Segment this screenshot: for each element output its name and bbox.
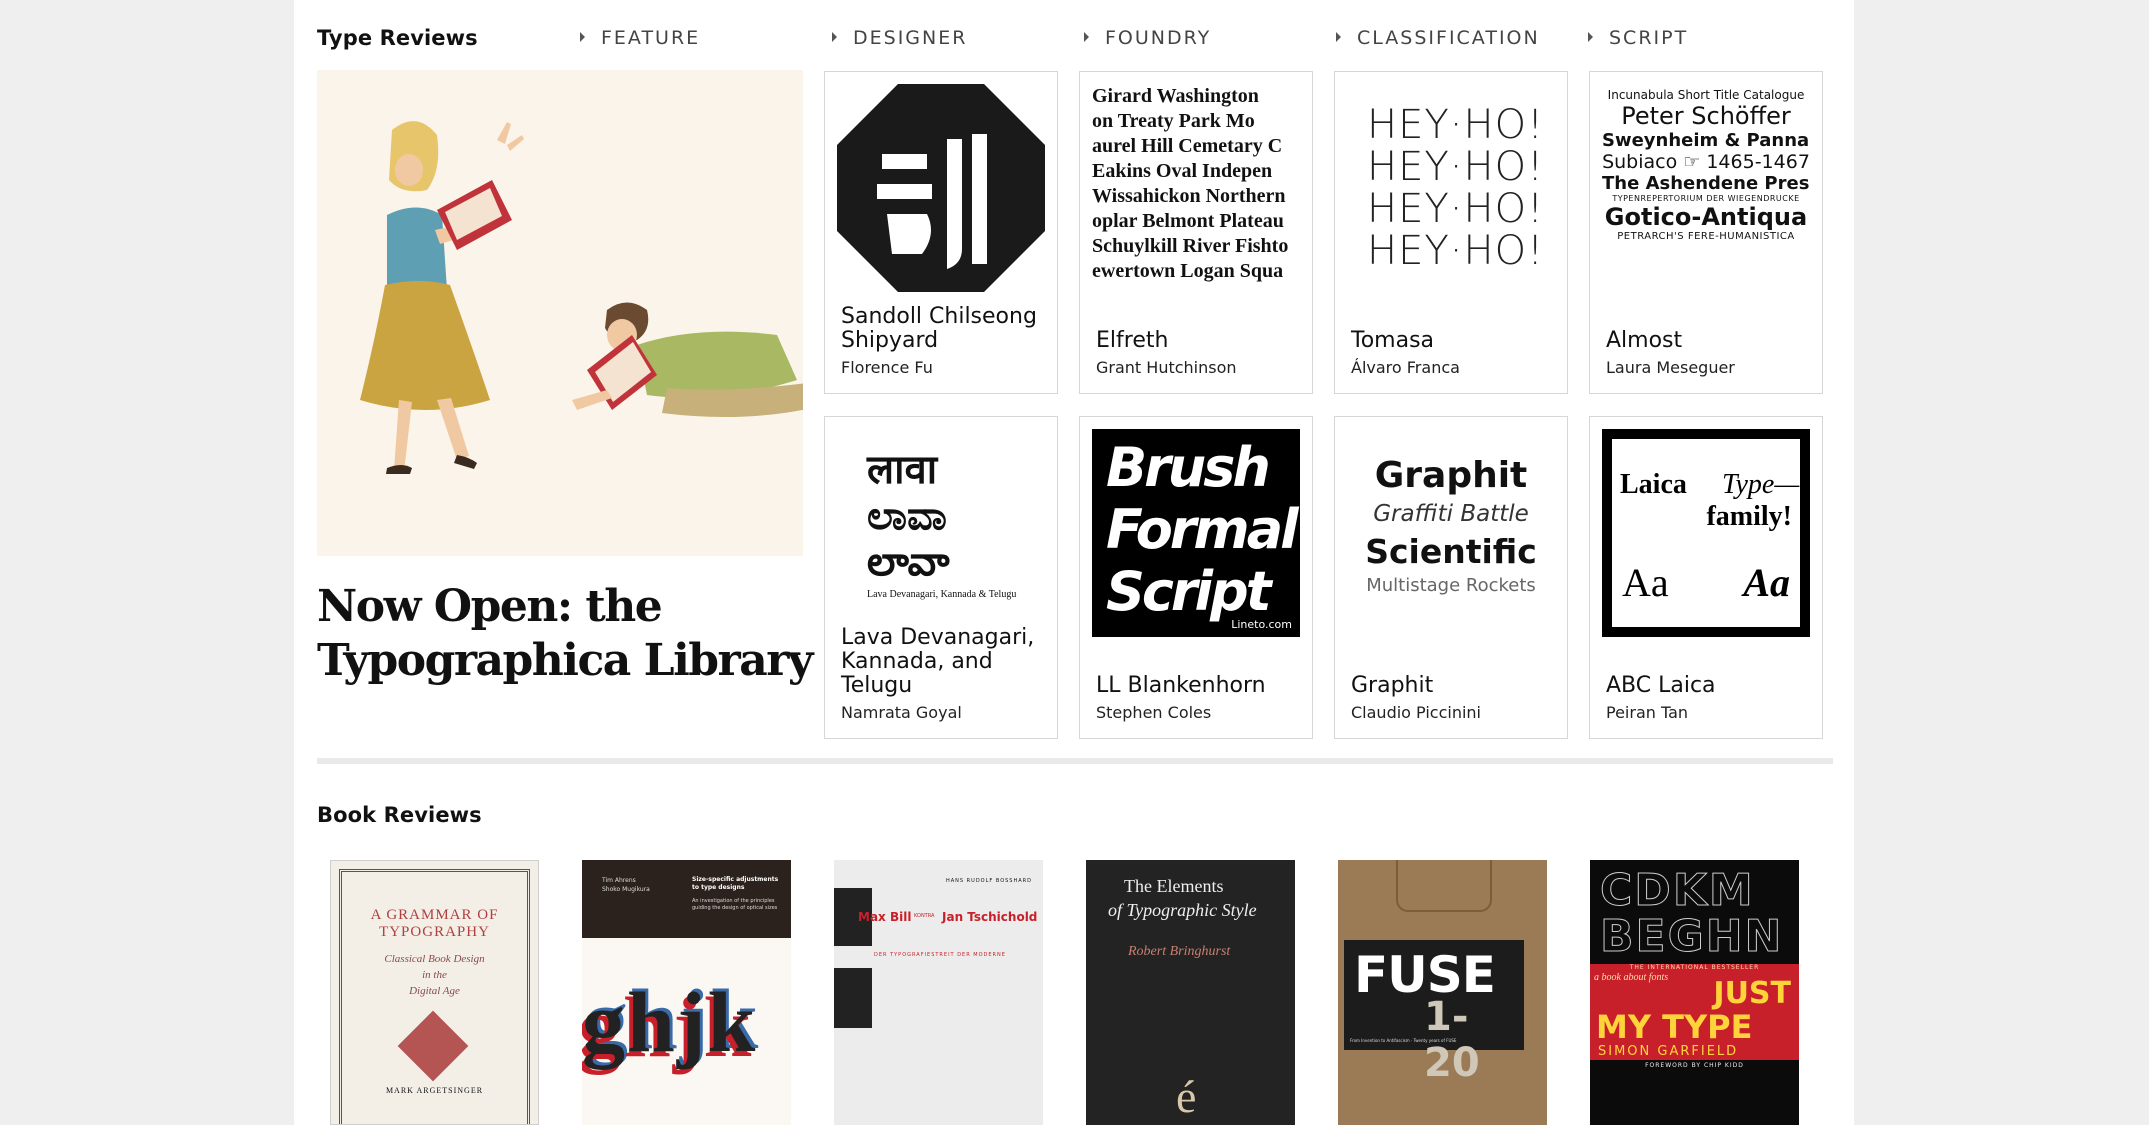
card-title: Graphit <box>1351 673 1434 698</box>
triangle-icon <box>1588 32 1593 42</box>
specimen-image: लावा ಲಾವಾ లావా Lava Devanagari, Kannada … <box>867 447 1017 600</box>
card-author: Claudio Piccinini <box>1351 703 1481 722</box>
book-cover[interactable]: CDKM BEGHN THE INTERNATIONAL BESTSELLER a… <box>1590 860 1799 1125</box>
card-author: Grant Hutchinson <box>1096 358 1237 377</box>
reading-children-illustration <box>360 121 803 474</box>
glyph-ornament: é <box>1176 1071 1197 1122</box>
specimen-image: HEY·HO! HEY·HO! HEY·HO! HEY·HO! <box>1367 102 1545 274</box>
type-card[interactable]: लावा ಲಾವಾ లావా Lava Devanagari, Kannada … <box>824 416 1058 739</box>
card-author: Namrata Goyal <box>841 703 962 722</box>
type-card[interactable]: Girard Washington on Treaty Park Mo aure… <box>1079 71 1313 394</box>
book-cover[interactable]: Tim Ahrens Shoko Mugikura Size-specific … <box>582 860 791 1125</box>
book-cover[interactable]: HANS RUDOLF BOSSHARD Max Bill KONTRA Jan… <box>834 860 1043 1125</box>
card-title: LL Blankenhorn <box>1096 673 1266 698</box>
type-card[interactable]: Sandoll Chilseong Shipyard Florence Fu <box>824 71 1058 394</box>
type-card[interactable]: Graphit Graffiti Battle Scientific Multi… <box>1334 416 1568 739</box>
card-author: Peiran Tan <box>1606 703 1689 722</box>
card-title: Tomasa <box>1351 328 1435 353</box>
card-title: Elfreth <box>1096 328 1169 353</box>
triangle-icon <box>832 32 837 42</box>
type-reviews-heading: Type Reviews <box>317 26 478 50</box>
nav-foundry[interactable]: FOUNDRY <box>1084 27 1211 49</box>
card-author: Laura Meseguer <box>1606 358 1735 377</box>
book-cover[interactable]: A GRAMMAR OF TYPOGRAPHY Classical Book D… <box>330 860 539 1125</box>
book-cover[interactable]: FUSE 1-20 From Invention to Antifascism … <box>1338 860 1547 1125</box>
type-card[interactable]: Incunabula Short Title Catalogue Peter S… <box>1589 71 1823 394</box>
nav-feature[interactable]: FEATURE <box>580 27 700 49</box>
hero-title[interactable]: Now Open: the Typographica Library <box>317 580 814 688</box>
card-title: ABC Laica <box>1606 673 1716 698</box>
specimen-image: Laica Type— family! Aa Aa <box>1602 429 1810 637</box>
type-card[interactable]: HEY·HO! HEY·HO! HEY·HO! HEY·HO! Tomasa Á… <box>1334 71 1568 394</box>
card-title: Almost <box>1606 328 1683 353</box>
nav-script[interactable]: SCRIPT <box>1588 27 1688 49</box>
book-cover[interactable]: The Elements of Typographic Style Robert… <box>1086 860 1295 1125</box>
nav-designer[interactable]: DESIGNER <box>832 27 967 49</box>
specimen-image <box>837 84 1045 292</box>
card-author: Stephen Coles <box>1096 703 1212 722</box>
card-title: Sandoll Chilseong Shipyard <box>841 304 1037 353</box>
specimen-image: Graphit Graffiti Battle Scientific Multi… <box>1365 455 1537 596</box>
card-author: Álvaro Franca <box>1351 358 1460 377</box>
page: Type Reviews FEATURE DESIGNER FOUNDRY CL… <box>294 0 1854 1125</box>
type-card[interactable]: Laica Type— family! Aa Aa ABC Laica Peir… <box>1589 416 1823 739</box>
specimen-image: Girard Washington on Treaty Park Mo aure… <box>1092 85 1289 282</box>
section-divider <box>317 758 1833 764</box>
nav-classification[interactable]: CLASSIFICATION <box>1336 27 1540 49</box>
card-author: Florence Fu <box>841 358 933 377</box>
decorative-letters: CDKM BEGHN <box>1599 865 1784 962</box>
card-title: Lava Devanagari, Kannada, and Telugu <box>841 625 1035 698</box>
triangle-icon <box>1336 32 1341 42</box>
specimen-image: Brush Formal Script Lineto.com <box>1092 429 1300 637</box>
hero-illustration[interactable] <box>317 70 803 556</box>
triangle-icon <box>1084 32 1089 42</box>
type-card[interactable]: Brush Formal Script Lineto.com LL Blanke… <box>1079 416 1313 739</box>
book-reviews-heading: Book Reviews <box>317 803 482 827</box>
triangle-icon <box>580 32 585 42</box>
specimen-image: Incunabula Short Title Catalogue Peter S… <box>1602 88 1810 242</box>
